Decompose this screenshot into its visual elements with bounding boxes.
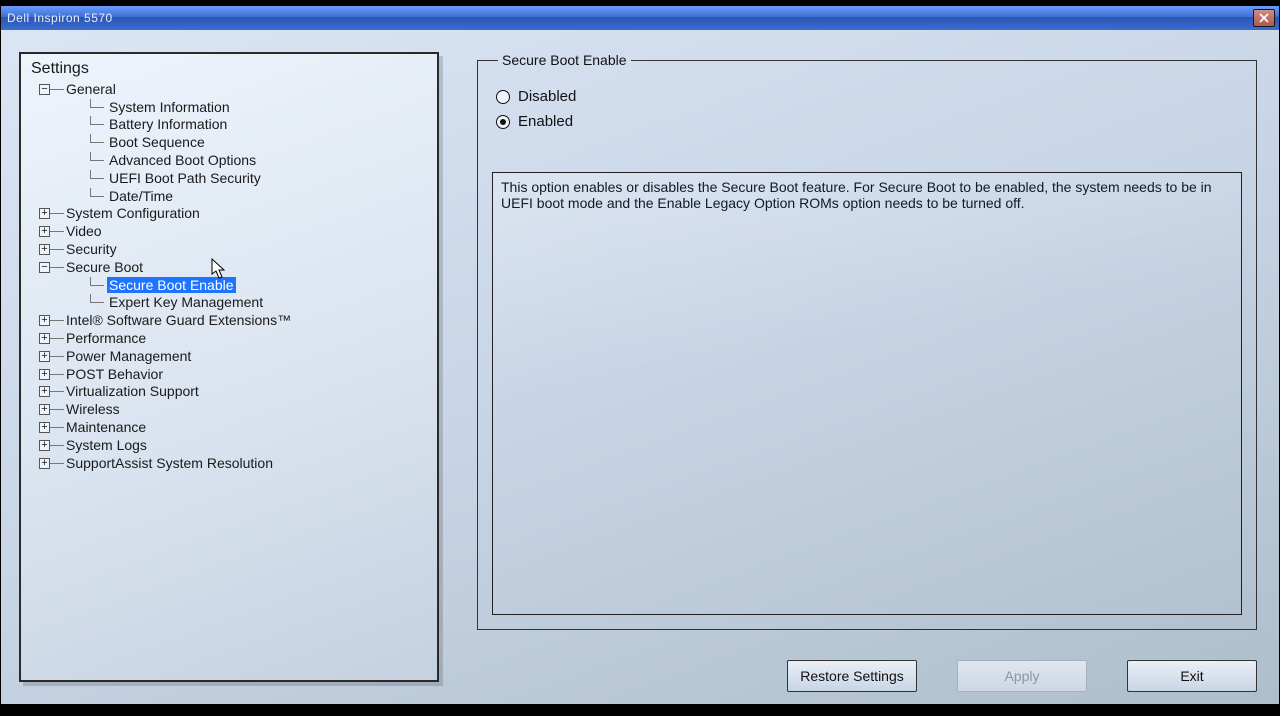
bios-window: Dell Inspiron 5570 Settings −General	[0, 5, 1280, 705]
settings-tree: −General System Information Battery Info…	[21, 80, 437, 472]
expander-plus-icon[interactable]: +	[39, 351, 50, 362]
tree-node-maintenance[interactable]: +Maintenance	[39, 418, 437, 436]
expander-plus-icon[interactable]: +	[39, 440, 50, 451]
tree-node-supportassist[interactable]: +SupportAssist System Resolution	[39, 454, 437, 472]
settings-tree-panel: Settings −General System Information Bat…	[19, 52, 439, 682]
tree-node-wireless[interactable]: +Wireless	[39, 400, 437, 418]
titlebar: Dell Inspiron 5570	[1, 6, 1279, 30]
tree-leaf-expert-key-management[interactable]: Expert Key Management	[81, 294, 437, 312]
expander-plus-icon[interactable]: +	[39, 226, 50, 237]
apply-button[interactable]: Apply	[957, 660, 1087, 692]
tree-node-general[interactable]: −General	[39, 80, 437, 98]
expander-plus-icon[interactable]: +	[39, 422, 50, 433]
expander-plus-icon[interactable]: +	[39, 386, 50, 397]
expander-minus-icon[interactable]: −	[39, 84, 50, 95]
tree-node-intel-sgx[interactable]: +Intel® Software Guard Extensions™	[39, 311, 437, 329]
close-button[interactable]	[1253, 9, 1275, 27]
exit-button[interactable]: Exit	[1127, 660, 1257, 692]
expander-plus-icon[interactable]: +	[39, 315, 50, 326]
tree-leaf-advanced-boot-options[interactable]: Advanced Boot Options	[81, 151, 437, 169]
expander-plus-icon[interactable]: +	[39, 208, 50, 219]
tree-node-video[interactable]: +Video	[39, 222, 437, 240]
expander-plus-icon[interactable]: +	[39, 369, 50, 380]
tree-leaf-secure-boot-enable[interactable]: Secure Boot Enable	[81, 276, 437, 294]
expander-plus-icon[interactable]: +	[39, 404, 50, 415]
tree-node-system-configuration[interactable]: +System Configuration	[39, 205, 437, 223]
expander-plus-icon[interactable]: +	[39, 333, 50, 344]
description-box: This option enables or disables the Secu…	[492, 172, 1242, 615]
window-title: Dell Inspiron 5570	[7, 11, 113, 25]
expander-plus-icon[interactable]: +	[39, 244, 50, 255]
tree-leaf-date-time[interactable]: Date/Time	[81, 187, 437, 205]
tree-node-secure-boot[interactable]: −Secure Boot	[39, 258, 437, 276]
expander-plus-icon[interactable]: +	[39, 458, 50, 469]
description-text: This option enables or disables the Secu…	[501, 179, 1212, 211]
secure-boot-enable-panel: Secure Boot Enable Disabled Enabled This…	[477, 52, 1257, 630]
radio-enabled[interactable]: Enabled	[496, 113, 1238, 130]
radio-enabled-label: Enabled	[518, 113, 573, 130]
tree-leaf-battery-information[interactable]: Battery Information	[81, 116, 437, 134]
radio-icon	[496, 115, 510, 129]
panel-legend: Secure Boot Enable	[498, 52, 631, 68]
close-icon	[1259, 13, 1269, 23]
expander-minus-icon[interactable]: −	[39, 262, 50, 273]
tree-leaf-system-information[interactable]: System Information	[81, 98, 437, 116]
tree-node-post-behavior[interactable]: +POST Behavior	[39, 365, 437, 383]
tree-node-power-management[interactable]: +Power Management	[39, 347, 437, 365]
radio-disabled[interactable]: Disabled	[496, 88, 1238, 105]
tree-node-virtualization-support[interactable]: +Virtualization Support	[39, 383, 437, 401]
button-row: Restore Settings Apply Exit	[477, 660, 1257, 692]
radio-icon	[496, 90, 510, 104]
restore-settings-button[interactable]: Restore Settings	[787, 660, 917, 692]
tree-leaf-uefi-boot-path-security[interactable]: UEFI Boot Path Security	[81, 169, 437, 187]
tree-leaf-boot-sequence[interactable]: Boot Sequence	[81, 133, 437, 151]
radio-disabled-label: Disabled	[518, 88, 576, 105]
tree-heading: Settings	[21, 54, 437, 80]
tree-node-security[interactable]: +Security	[39, 240, 437, 258]
tree-node-performance[interactable]: +Performance	[39, 329, 437, 347]
tree-node-system-logs[interactable]: +System Logs	[39, 436, 437, 454]
